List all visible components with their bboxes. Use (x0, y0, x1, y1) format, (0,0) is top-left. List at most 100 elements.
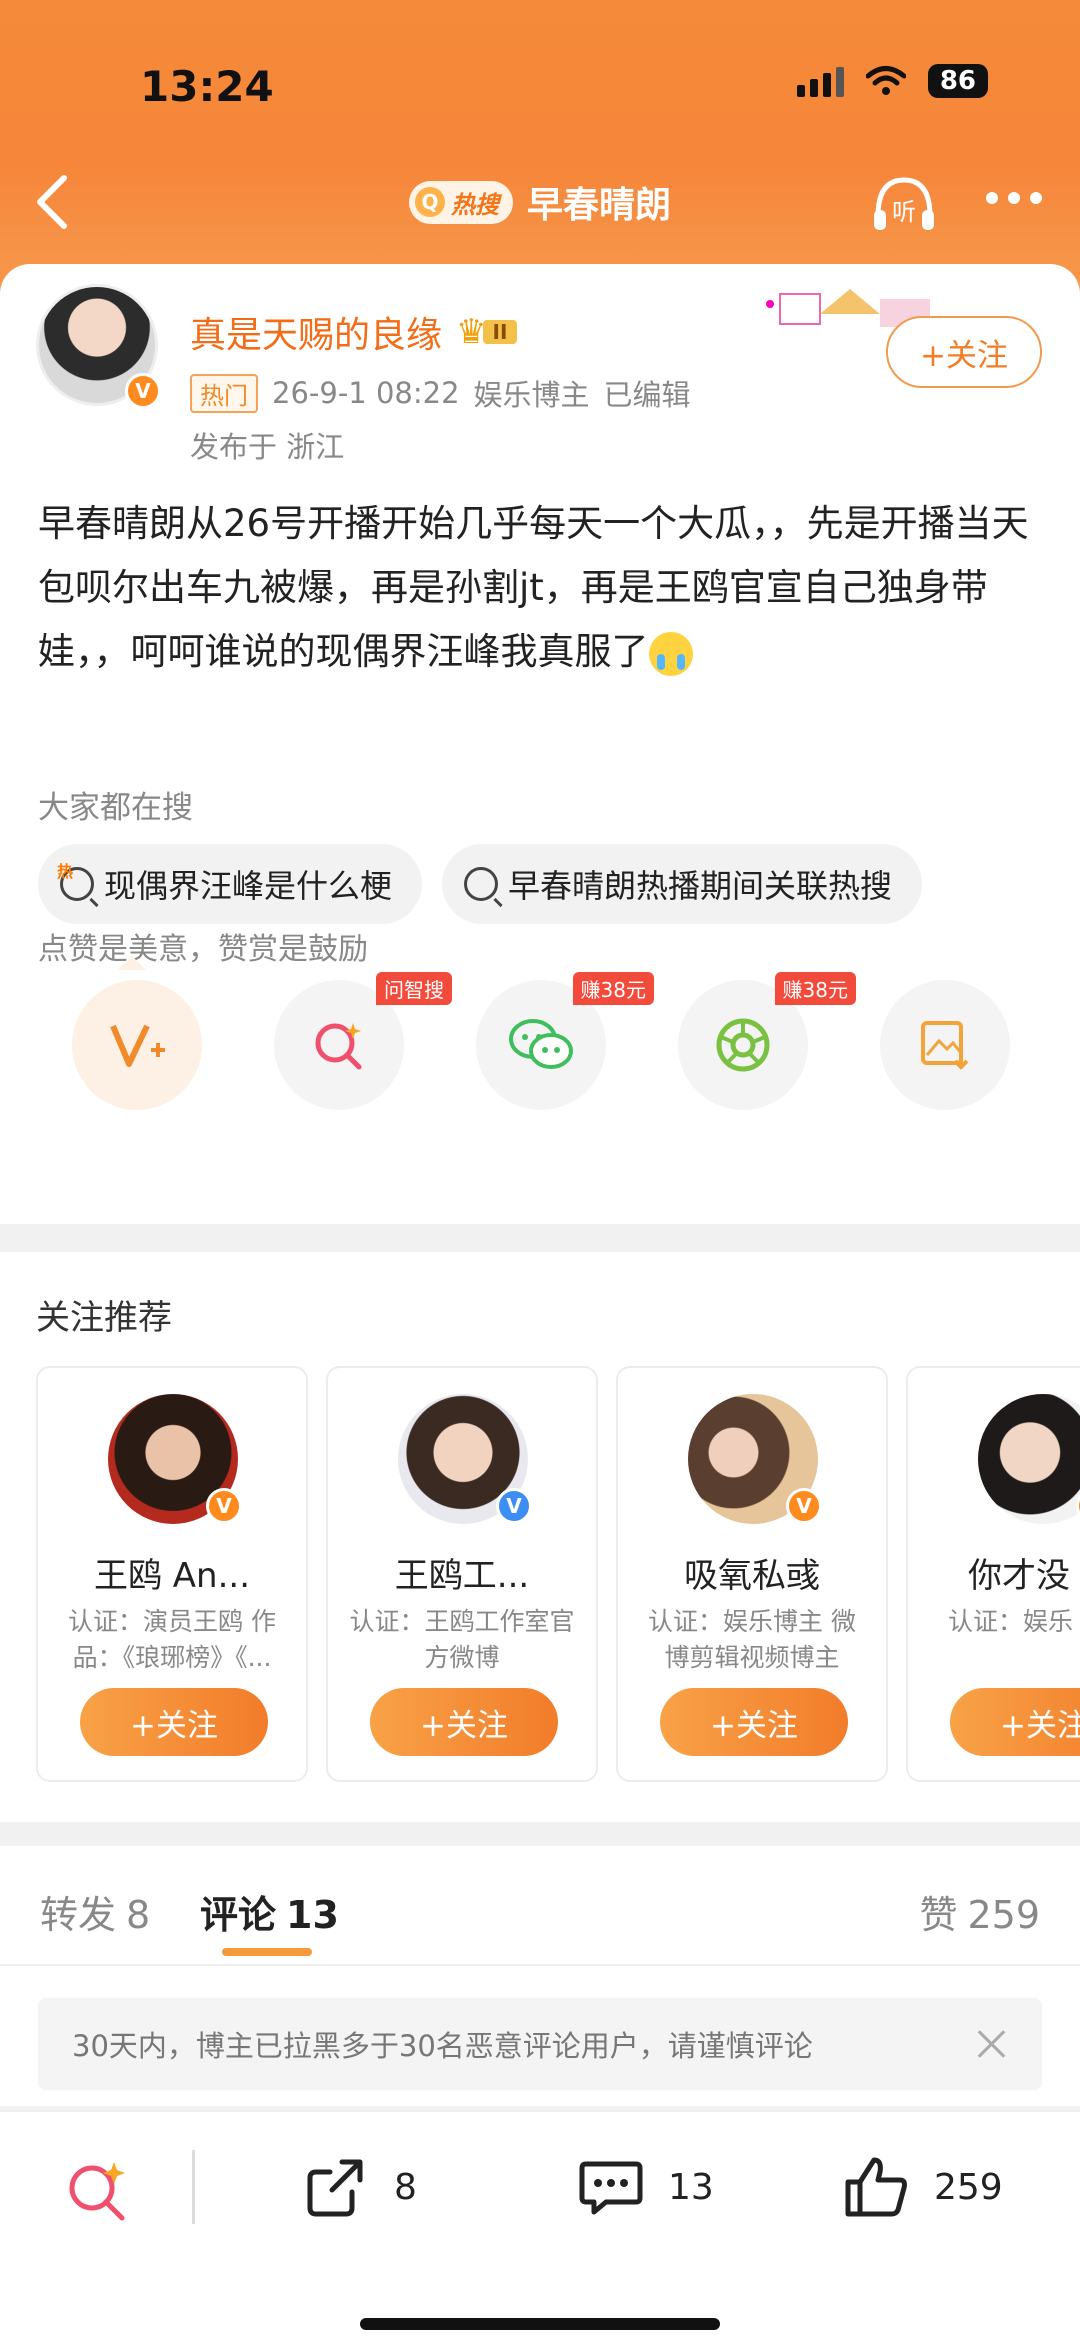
wechat-icon (509, 1019, 573, 1069)
verified-badge-icon: V (786, 1488, 822, 1524)
search-chip-1[interactable]: 现偶界汪峰是什么梗 (38, 844, 423, 924)
status-time: 13:24 (140, 62, 274, 111)
reward-v-icon (110, 1024, 165, 1067)
follow-recommendations: 关注推荐 V 王鸥 An... 认证：演员王鸥 作品：《琅琊榜》《... +关注… (0, 1252, 1080, 1822)
listen-label: 听 (892, 198, 916, 226)
recommendation-desc: 认证：王鸥工作室官方微博 (349, 1607, 575, 1672)
tab-repost-count: 8 (126, 1893, 151, 1937)
follow-button[interactable]: +关注 (886, 316, 1042, 388)
tab-repost[interactable]: 转发 8 (40, 1884, 150, 1939)
listen-headphone-icon[interactable]: 听 (870, 172, 938, 234)
reward-button[interactable] (72, 980, 202, 1110)
post-text: 早春晴朗从26号开播开始几乎每天一个大瓜，，先是开播当天包呗尔出车九被爆，再是孙… (38, 502, 1029, 673)
comment-count: 13 (668, 2166, 714, 2208)
hot-tag: 热门 (190, 373, 258, 413)
comment-notice: 30天内，博主已拉黑多于30名恶意评论用户，请谨慎评论 (38, 1998, 1042, 2090)
recommendation-follow-button[interactable]: +关注 (950, 1688, 1080, 1756)
post-source: 娱乐博主 (473, 378, 590, 412)
ai-search-icon (315, 1023, 362, 1070)
repost-button[interactable]: 8 (302, 2152, 417, 2222)
hot-search-label: 热搜 (450, 190, 499, 219)
tab-comment-label: 评论 (200, 1893, 277, 1937)
comment-notice-section: 30天内，博主已拉黑多于30名恶意评论用户，请谨慎评论 (0, 1966, 1080, 2106)
post-location: 发布于 浙江 (190, 430, 345, 464)
post-body: 早春晴朗从26号开播开始几乎每天一个大瓜，，先是开播当天包呗尔出车九被爆，再是孙… (38, 492, 1048, 684)
share-wechat-button[interactable]: 赚38元 (476, 972, 654, 1110)
author-name[interactable]: 真是天赐的良缘 (190, 306, 442, 358)
verified-badge-icon: V (1076, 1488, 1080, 1524)
tab-like-label: 赞 (919, 1893, 958, 1937)
tab-comment-count: 13 (286, 1893, 339, 1937)
comment-button[interactable]: 13 (576, 2152, 714, 2222)
tab-comment[interactable]: 评论 13 (200, 1884, 339, 1939)
recommendation-desc: 认证：娱乐博主 微博剪辑视频博主 (648, 1607, 856, 1672)
ask-search-tag: 问智搜 (376, 972, 452, 1005)
related-search-title: 大家都在搜 (38, 790, 193, 826)
search-icon (464, 867, 499, 901)
bottom-action-bar: 8 13 259 (0, 2110, 1080, 2348)
recommendation-name: 王鸥 An... (93, 1556, 251, 1596)
wifi-icon (865, 66, 906, 95)
author-row: 真是天赐的良缘 ♛ II (190, 306, 518, 358)
moments-reward-tag: 赚38元 (774, 972, 856, 1005)
recommendation-avatar[interactable]: V (978, 1394, 1080, 1524)
page-title: 早春晴朗 (526, 185, 671, 226)
top-header: 13:24 86 Q 热搜 早春晴朗 听 (0, 0, 1080, 300)
like-button[interactable]: 259 (842, 2152, 1003, 2222)
recommendation-follow-button[interactable]: +关注 (660, 1688, 848, 1756)
save-image-button[interactable] (880, 980, 1010, 1110)
battery-indicator: 86 (927, 64, 988, 98)
repost-count: 8 (394, 2166, 417, 2208)
verified-badge-icon: V (125, 373, 161, 409)
search-chip-2[interactable]: 早春晴朗热播期间关联热搜 (442, 844, 923, 924)
repost-icon (307, 2159, 363, 2217)
post-card: V 真是天赐的良缘 ♛ II 热门 26-9-1 08:22 娱乐博主 已编辑 发… (0, 264, 1080, 1224)
related-search-chips: 现偶界汪峰是什么梗 早春晴朗热播期间关联热搜 (38, 844, 923, 924)
comment-icon (579, 2161, 643, 2215)
share-actions: 问智搜 赚38元 赚38元 (72, 972, 1012, 1120)
search-chip-label: 早春晴朗热播期间关联热搜 (508, 867, 893, 905)
thumbs-up-icon (845, 2157, 907, 2217)
recommendation-avatar[interactable]: V (688, 1394, 822, 1524)
recommendation-desc: 认证：演员王鸥 作品：《琅琊榜》《... (68, 1607, 276, 1672)
more-icon[interactable] (986, 192, 1042, 204)
recommendation-follow-button[interactable]: +关注 (370, 1688, 558, 1756)
crying-laugh-emoji-icon (648, 631, 693, 676)
recommendation-follow-button[interactable]: +关注 (80, 1688, 268, 1756)
tab-like-count: 259 (967, 1893, 1040, 1937)
close-icon[interactable] (972, 2024, 1012, 2064)
verified-badge-icon: V (206, 1488, 242, 1524)
comment-notice-text: 30天内，博主已拉黑多于30名恶意评论用户，请谨慎评论 (72, 2029, 813, 2063)
status-icons: 86 (796, 64, 988, 98)
recommendation-name: 王鸥工... (394, 1556, 530, 1596)
recommendation-card[interactable]: V 你才没 认证：娱乐 +关注 (906, 1366, 1080, 1782)
signal-icon (796, 65, 844, 97)
hot-search-icon: Q (414, 187, 445, 217)
ai-search-icon[interactable] (62, 2156, 132, 2226)
search-chip-label: 现偶界汪峰是什么梗 (104, 867, 393, 905)
reward-hint: 点赞是美意，赞赏是鼓励 (38, 932, 368, 967)
home-indicator (360, 2318, 720, 2330)
recommendation-avatar[interactable]: V (398, 1394, 532, 1524)
post-date: 26-9-1 08:22 (272, 376, 460, 410)
reward-caret (118, 956, 146, 970)
recommendation-card[interactable]: V 王鸥工... 认证：王鸥工作室官方微博 +关注 (326, 1366, 598, 1782)
recommendation-card[interactable]: V 吸氧私彧 认证：娱乐博主 微博剪辑视频博主 +关注 (616, 1366, 888, 1782)
moments-icon (716, 1018, 770, 1072)
hot-search-icon (57, 858, 94, 901)
ask-search-button[interactable]: 问智搜 (274, 972, 452, 1110)
recommendation-desc: 认证：娱乐 (948, 1607, 1074, 1636)
tab-like[interactable]: 赞 259 (919, 1884, 1040, 1939)
share-moments-button[interactable]: 赚38元 (678, 972, 856, 1110)
wechat-reward-tag: 赚38元 (572, 972, 654, 1005)
edited-label: 已编辑 (603, 378, 691, 412)
verified-badge-icon: V (496, 1488, 532, 1524)
recommendation-name: 吸氧私彧 (684, 1556, 820, 1596)
author-avatar[interactable]: V (36, 284, 161, 409)
hot-search-badge[interactable]: Q 热搜 (408, 180, 513, 224)
recommendation-avatar[interactable]: V (108, 1394, 242, 1524)
recommendation-card[interactable]: V 王鸥 An... 认证：演员王鸥 作品：《琅琊榜》《... +关注 (36, 1366, 308, 1782)
save-image-icon (921, 1021, 969, 1070)
recommendations-title: 关注推荐 (36, 1298, 172, 1338)
tab-repost-label: 转发 (40, 1893, 117, 1937)
